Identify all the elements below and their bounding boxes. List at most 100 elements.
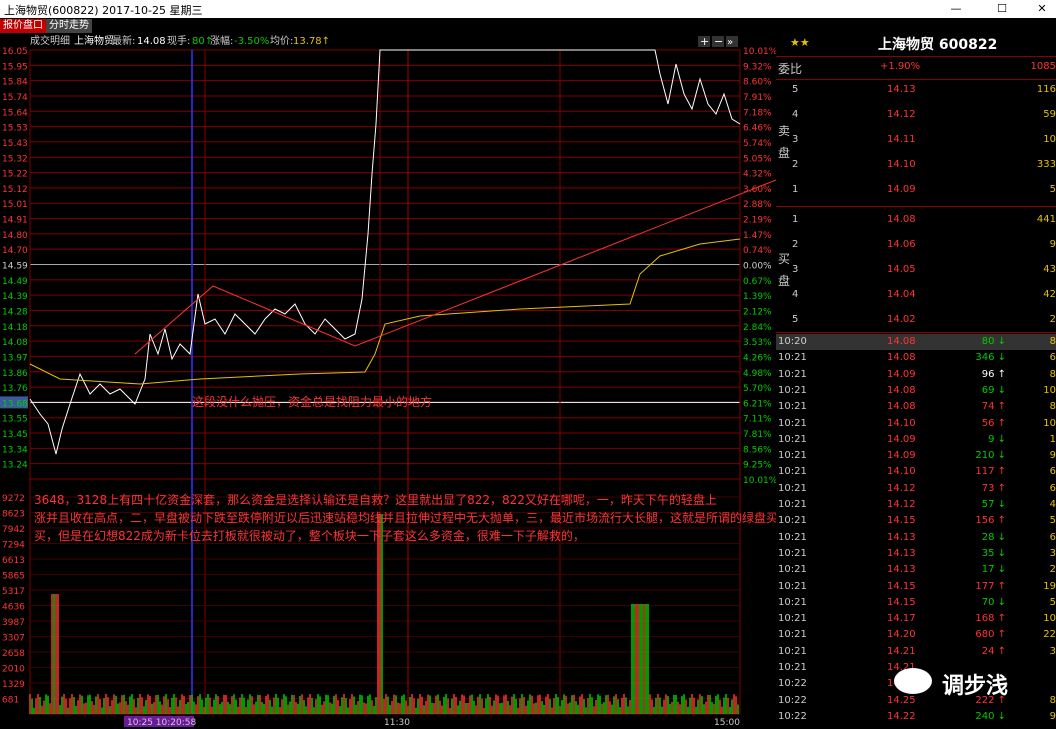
pct-tick: 1.39% xyxy=(743,292,772,302)
book-level: 2 xyxy=(792,239,799,250)
trade-count: 10 xyxy=(1043,417,1056,429)
book-price: 14.05 xyxy=(887,264,916,275)
trade-row[interactable]: 10:21 14.21 24 ↑ 3 xyxy=(776,644,1056,660)
trade-volume: 168 ↑ xyxy=(975,613,1006,625)
latest-value: 14.08 xyxy=(137,36,166,47)
trade-volume: 210 ↓ xyxy=(975,450,1006,462)
expand-button[interactable]: » xyxy=(726,36,738,48)
trade-row[interactable]: 10:21 14.10 56 ↑ 10 xyxy=(776,416,1056,432)
minimize-button[interactable]: — xyxy=(938,0,974,18)
tab-intraday[interactable]: 分时走势 xyxy=(46,19,92,33)
book-row[interactable]: 2 14.10 333 xyxy=(776,155,1056,175)
book-price: 14.11 xyxy=(887,134,916,145)
trade-row[interactable]: 10:21 14.09 9 ↓ 1 xyxy=(776,432,1056,448)
price-tick: 16.05 xyxy=(2,47,28,57)
trade-price: 14.21 xyxy=(887,645,916,657)
close-button[interactable]: ✕ xyxy=(1024,0,1056,18)
trade-volume: 80 ↓ xyxy=(981,336,1006,347)
trade-count: 8 xyxy=(1049,694,1056,706)
trade-row[interactable]: 10:21 14.15 156 ↑ 5 xyxy=(776,513,1056,529)
trade-row[interactable]: 10:21 14.09 96 ↑ 8 xyxy=(776,367,1056,383)
price-tick: 14.70 xyxy=(2,246,28,256)
trade-row[interactable]: 10:22 14.22 240 ↓ 9 xyxy=(776,709,1056,725)
trade-volume: 346 ↓ xyxy=(975,352,1006,364)
trade-row[interactable]: 10:21 14.20 680 ↑ 22 xyxy=(776,627,1056,643)
vol-tick: 4636 xyxy=(2,603,25,613)
trade-price: 14.17 xyxy=(887,613,916,625)
trade-row[interactable]: 10:21 14.15 177 ↑ 19 xyxy=(776,579,1056,595)
pct-tick: 3.53% xyxy=(743,338,772,348)
book-volume: 333 xyxy=(1036,159,1056,170)
trade-time: 10:22 xyxy=(778,678,807,690)
book-level: 1 xyxy=(792,184,799,195)
book-price: 14.04 xyxy=(887,289,916,300)
trade-price: 14.22 xyxy=(887,710,916,722)
trade-price: 14.15 xyxy=(887,580,916,592)
price-tick: 13.86 xyxy=(2,369,28,379)
book-price: 14.08 xyxy=(887,214,916,225)
price-tick: 14.18 xyxy=(2,323,28,333)
price-tick: 15.43 xyxy=(2,139,28,149)
intraday-chart[interactable]: 成交明细 上海物贸 最新: 14.08 现手: 80↑ 涨幅: -3.50% 均… xyxy=(0,34,776,729)
book-row[interactable]: 3 14.11 10 xyxy=(776,130,1056,150)
book-row[interactable]: 1 14.08 441 xyxy=(776,210,1056,230)
trade-row[interactable]: 10:21 14.12 73 ↑ 6 xyxy=(776,481,1056,497)
book-row[interactable]: 4 14.04 42 xyxy=(776,285,1056,305)
book-level: 3 xyxy=(792,264,799,275)
trade-row[interactable]: 10:21 14.12 57 ↓ 4 xyxy=(776,497,1056,513)
trade-row[interactable]: 10:21 14.13 17 ↓ 2 xyxy=(776,562,1056,578)
book-volume: 43 xyxy=(1043,264,1056,275)
zoom-out-label: − xyxy=(714,35,723,48)
rating-stars: ★★ xyxy=(790,36,810,49)
trade-row[interactable]: 10:21 14.08 346 ↓ 6 xyxy=(776,350,1056,366)
annotation-2-line: 涨并且收在高点，二，早盘被动下跌至跌停附近以后迅速站稳均线并且拉伸过程中无大抛单… xyxy=(34,510,776,525)
pct-tick: 5.74% xyxy=(743,139,772,149)
trade-time: 10:21 xyxy=(778,662,807,673)
trade-row[interactable]: 10:21 14.13 35 ↓ 3 xyxy=(776,546,1056,562)
trade-row[interactable]: 10:21 14.10 117 ↑ 6 xyxy=(776,464,1056,480)
book-level: 2 xyxy=(792,159,799,170)
pct-tick: 9.25% xyxy=(743,461,772,471)
book-volume: 59 xyxy=(1043,109,1056,120)
trade-time: 10:21 xyxy=(778,564,807,576)
window-titlebar: 上海物贸(600822) 2017-10-25 星期三 — ☐ ✕ xyxy=(0,0,1056,18)
trade-time: 10:21 xyxy=(778,613,807,625)
book-row[interactable]: 5 14.02 2 xyxy=(776,310,1056,330)
trade-volume: 57 ↓ xyxy=(981,499,1006,510)
trade-count: 22 xyxy=(1043,629,1056,641)
price-tick: 14.08 xyxy=(2,338,28,348)
trade-row[interactable]: 10:21 14.08 74 ↑ 8 xyxy=(776,399,1056,415)
price-tick: 15.64 xyxy=(2,108,28,118)
tab-quote[interactable]: 报价盘口 xyxy=(0,19,46,33)
book-row[interactable]: 3 14.05 43 xyxy=(776,260,1056,280)
trade-count: 8 xyxy=(1049,336,1056,347)
book-row[interactable]: 2 14.06 9 xyxy=(776,235,1056,255)
trade-row[interactable]: 10:20 14.08 80 ↓ 8 xyxy=(776,334,1056,350)
trade-time: 10:21 xyxy=(778,450,807,462)
stock-name: 上海物贸 xyxy=(74,34,114,47)
trade-volume: 680 ↑ xyxy=(975,629,1006,641)
trade-volume: 96 ↑ xyxy=(981,368,1006,380)
book-row[interactable]: 5 14.13 116 xyxy=(776,80,1056,100)
trade-time: 10:20 xyxy=(778,336,807,347)
trade-price: 14.09 xyxy=(887,450,916,462)
book-row[interactable]: 4 14.12 59 xyxy=(776,105,1056,125)
book-level: 3 xyxy=(792,134,799,145)
trade-row[interactable]: 10:21 14.17 168 ↑ 10 xyxy=(776,611,1056,627)
trade-row[interactable]: 10:21 14.09 210 ↓ 9 xyxy=(776,448,1056,464)
latest-label: 最新: xyxy=(112,34,135,47)
zoom-in-button[interactable]: + xyxy=(698,35,710,48)
maximize-button[interactable]: ☐ xyxy=(984,0,1020,18)
price-tick: 15.01 xyxy=(2,200,28,210)
price-tick: 15.74 xyxy=(2,93,28,103)
trade-time: 10:21 xyxy=(778,531,807,543)
pct-tick: 3.60% xyxy=(743,185,772,195)
trade-row[interactable]: 10:21 14.13 28 ↓ 6 xyxy=(776,530,1056,546)
trade-row[interactable]: 10:21 14.08 69 ↓ 10 xyxy=(776,383,1056,399)
vol-tick: 681 xyxy=(2,696,19,706)
zoom-out-button[interactable]: − xyxy=(712,35,724,48)
trade-row[interactable]: 10:21 14.15 70 ↓ 5 xyxy=(776,595,1056,611)
pct-tick: 4.26% xyxy=(743,353,772,363)
pct-tick: 10.01% xyxy=(743,476,776,486)
book-row[interactable]: 1 14.09 5 xyxy=(776,180,1056,200)
